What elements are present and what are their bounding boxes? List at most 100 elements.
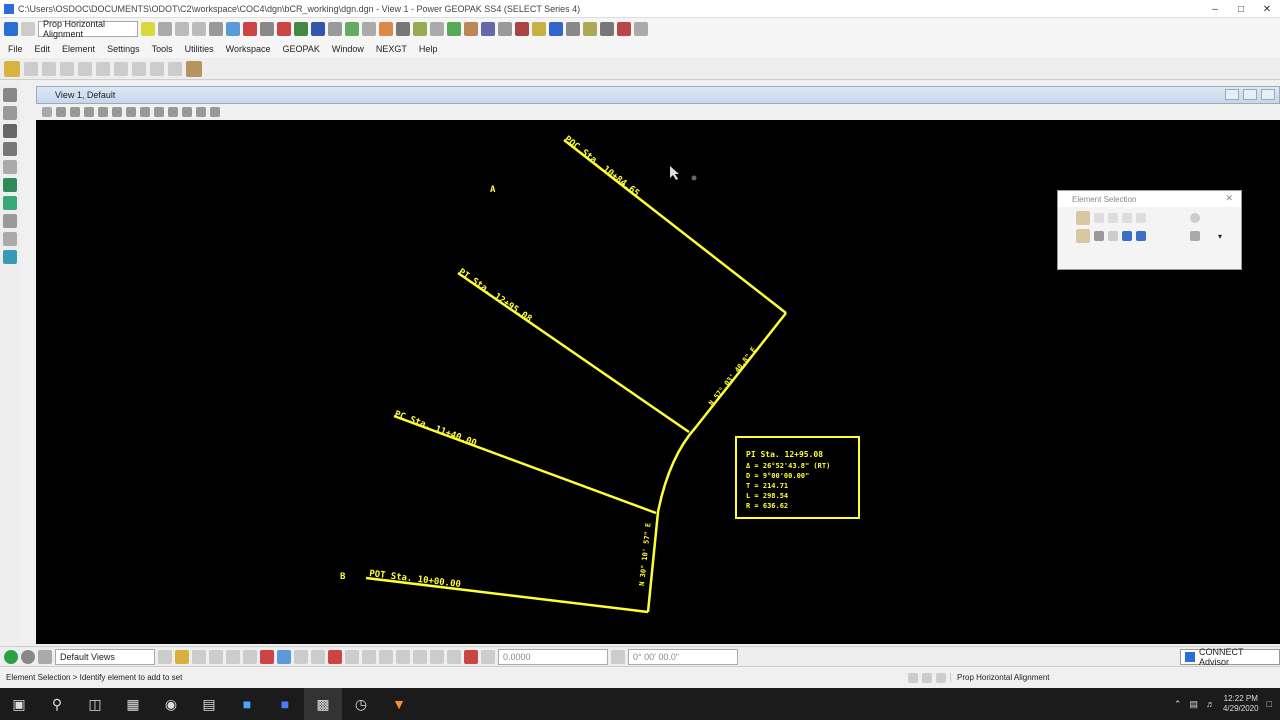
- tool-icon[interactable]: [38, 649, 52, 664]
- tool-icon[interactable]: [447, 22, 461, 36]
- pencil-icon[interactable]: [60, 61, 74, 76]
- view-header[interactable]: View 1, Default: [36, 86, 1280, 104]
- tool-icon[interactable]: [515, 22, 529, 36]
- tool-icon[interactable]: [362, 22, 376, 36]
- menu-workspace[interactable]: Workspace: [226, 44, 271, 54]
- circle-icon[interactable]: [78, 61, 92, 76]
- next-view-icon[interactable]: [154, 107, 164, 117]
- zoom-icon[interactable]: [260, 22, 274, 36]
- menu-help[interactable]: Help: [419, 44, 438, 54]
- panel-close-button[interactable]: ✕: [1225, 193, 1233, 204]
- tool-icon[interactable]: [311, 649, 325, 664]
- tool-icon[interactable]: [3, 214, 17, 228]
- powershell-icon[interactable]: ■: [266, 688, 304, 720]
- selection-mode-icon[interactable]: [1136, 213, 1146, 223]
- tool-icon[interactable]: [481, 649, 495, 664]
- tool-icon[interactable]: [294, 649, 308, 664]
- tool-icon[interactable]: [396, 22, 410, 36]
- tool-icon[interactable]: [3, 124, 17, 138]
- tool-icon[interactable]: [566, 22, 580, 36]
- text-icon[interactable]: [277, 22, 291, 36]
- view-attributes-icon[interactable]: [42, 107, 52, 117]
- view-icon[interactable]: [243, 649, 257, 664]
- view-window-controls[interactable]: [1225, 89, 1275, 100]
- arc-icon[interactable]: [42, 61, 56, 76]
- zoom-out-icon[interactable]: [70, 107, 80, 117]
- minimize-button[interactable]: –: [1202, 0, 1228, 18]
- tool-icon[interactable]: [413, 22, 427, 36]
- tool-icon[interactable]: [464, 649, 478, 664]
- tool-icon[interactable]: [168, 61, 182, 76]
- tool-icon[interactable]: [430, 649, 444, 664]
- zoom-in-icon[interactable]: [56, 107, 66, 117]
- grid-icon[interactable]: [311, 22, 325, 36]
- tray-chevron-icon[interactable]: ⌃: [1174, 699, 1182, 710]
- tool-icon[interactable]: [277, 649, 291, 664]
- chevron-down-icon[interactable]: ▾: [1218, 232, 1222, 241]
- view-icon[interactable]: [226, 649, 240, 664]
- delete-icon[interactable]: [132, 61, 146, 76]
- tool-icon[interactable]: [447, 649, 461, 664]
- menu-geopak[interactable]: GEOPAK: [282, 44, 319, 54]
- menu-element[interactable]: Element: [62, 44, 95, 54]
- menu-tools[interactable]: Tools: [152, 44, 173, 54]
- fit-view-icon[interactable]: [84, 107, 94, 117]
- settings-icon[interactable]: [158, 22, 172, 36]
- selection-tool-icon[interactable]: [1076, 211, 1090, 225]
- calculator-icon[interactable]: ▦: [114, 688, 152, 720]
- tool-icon[interactable]: [634, 22, 648, 36]
- tool-icon[interactable]: [3, 106, 17, 120]
- taskbar-clock[interactable]: 12:22 PM 4/29/2020: [1223, 694, 1259, 713]
- selection-tool-icon[interactable]: [1076, 229, 1090, 243]
- move-icon[interactable]: [114, 61, 128, 76]
- redo-icon[interactable]: [192, 22, 206, 36]
- tool-icon[interactable]: [3, 88, 17, 102]
- element-selection-panel[interactable]: Element Selection ✕ ▾: [1057, 190, 1242, 270]
- tool-icon[interactable]: [413, 649, 427, 664]
- selection-method-icon[interactable]: [1122, 231, 1132, 241]
- tool-icon[interactable]: [328, 22, 342, 36]
- selection-method-icon[interactable]: [1190, 231, 1200, 241]
- measure-icon[interactable]: [243, 22, 257, 36]
- print-icon[interactable]: [209, 22, 223, 36]
- tool-icon[interactable]: [3, 160, 17, 174]
- tool-icon[interactable]: [345, 649, 359, 664]
- tool-icon[interactable]: [168, 107, 178, 117]
- tool-icon[interactable]: [345, 22, 359, 36]
- tool-icon[interactable]: [3, 178, 17, 192]
- microstation-icon[interactable]: ▩: [304, 688, 342, 720]
- tool-icon[interactable]: [362, 649, 376, 664]
- selection-mode-icon[interactable]: [1122, 213, 1132, 223]
- view-icon[interactable]: [192, 649, 206, 664]
- status-icon[interactable]: [908, 672, 918, 683]
- tool-icon[interactable]: [379, 22, 393, 36]
- tool-icon[interactable]: [182, 107, 192, 117]
- menu-edit[interactable]: Edit: [35, 44, 51, 54]
- tool-icon[interactable]: [3, 232, 17, 246]
- undo-icon[interactable]: [175, 22, 189, 36]
- selection-mode-icon[interactable]: [1108, 213, 1118, 223]
- tool-icon[interactable]: [396, 649, 410, 664]
- new-file-icon[interactable]: [4, 22, 18, 36]
- tool-icon[interactable]: [549, 22, 563, 36]
- layer-icon[interactable]: [294, 22, 308, 36]
- tool-icon[interactable]: [481, 22, 495, 36]
- tool-icon[interactable]: [210, 107, 220, 117]
- copy-icon[interactable]: [150, 61, 164, 76]
- tool-icon[interactable]: [3, 250, 17, 264]
- tool-icon[interactable]: [532, 22, 546, 36]
- snap-icon[interactable]: [141, 22, 155, 36]
- tool-icon[interactable]: [583, 22, 597, 36]
- maximize-button[interactable]: □: [1228, 0, 1254, 18]
- settings-icon[interactable]: [21, 649, 35, 664]
- tool-icon[interactable]: [379, 649, 393, 664]
- line-icon[interactable]: [24, 61, 38, 76]
- tool-icon[interactable]: [464, 22, 478, 36]
- tool-icon[interactable]: [498, 22, 512, 36]
- tool-icon[interactable]: [328, 649, 342, 664]
- menu-nexgt[interactable]: NEXGT: [376, 44, 407, 54]
- go-icon[interactable]: [4, 649, 18, 664]
- view-icon[interactable]: [209, 649, 223, 664]
- app-icon[interactable]: ▼: [380, 688, 418, 720]
- chrome-icon[interactable]: ◉: [152, 688, 190, 720]
